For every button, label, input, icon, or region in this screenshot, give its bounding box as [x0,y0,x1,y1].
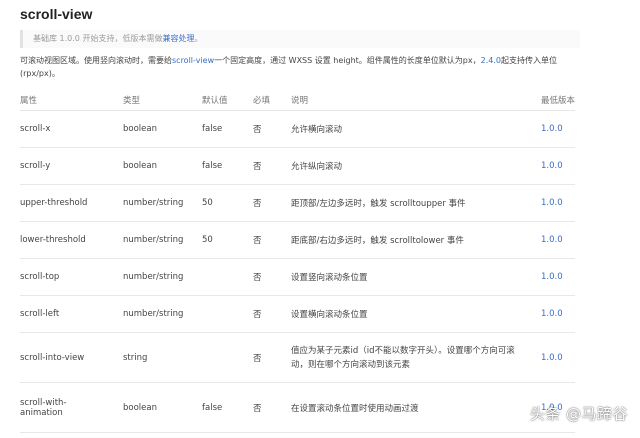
header-version: 最低版本 [541,90,575,111]
table-row: scroll-x boolean false 否 允许横向滚动 1.0.0 [20,110,575,148]
cell-type: number/string [123,184,202,222]
cell-attr: scroll-with-animation [20,382,123,433]
note-text: 基础库 1.0.0 开始支持，低版本需做 [33,34,163,43]
cell-required: 否 [253,258,291,296]
header-default: 默认值 [202,90,253,111]
cell-default [202,295,253,333]
version-link[interactable]: 2.4.0 [481,56,501,65]
cell-version[interactable]: 1.0.0 [541,110,575,148]
table-header-row: 属性 类型 默认值 必填 说明 最低版本 [20,90,575,111]
cell-attr: scroll-top [20,258,123,296]
cell-default: 50 [202,221,253,259]
header-required: 必填 [253,90,291,111]
cell-desc: 允许横向滚动 [291,110,541,148]
header-type: 类型 [123,90,202,111]
cell-version[interactable]: 1.0.0 [541,295,575,333]
cell-default: 50 [202,184,253,222]
cell-attr: lower-threshold [20,221,123,259]
cell-type: number/string [123,295,202,333]
table-row: scroll-left number/string 否 设置横向滚动条位置 1.… [20,295,575,333]
cell-attr: scroll-left [20,295,123,333]
cell-default: false [202,110,253,148]
table-row: scroll-top number/string 否 设置竖向滚动条位置 1.0… [20,258,575,296]
desc-part2: 一个固定高度，通过 WXSS 设置 height。组件属性的长度单位默认为px， [214,56,481,65]
cell-desc: 距顶部/左边多远时，触发 scrolltoupper 事件 [291,184,541,222]
desc-part1: 可滚动视图区域。使用竖向滚动时，需要给 [20,56,172,65]
cell-desc: 设置竖向滚动条位置 [291,258,541,296]
table-row: upper-threshold number/string 50 否 距顶部/左… [20,184,575,222]
properties-table: 属性 类型 默认值 必填 说明 最低版本 scroll-x boolean fa… [20,90,575,433]
compat-link[interactable]: 兼容处理 [162,34,194,43]
scroll-view-link[interactable]: scroll-view [172,56,214,65]
cell-type: boolean [123,110,202,148]
cell-default: false [202,147,253,185]
cell-version[interactable]: 1.0.0 [541,184,575,222]
version-note: 基础库 1.0.0 开始支持，低版本需做兼容处理。 [20,30,580,48]
cell-required: 否 [253,332,291,383]
cell-required: 否 [253,110,291,148]
doc-page: scroll-view 基础库 1.0.0 开始支持，低版本需做兼容处理。 可滚… [0,0,640,438]
cell-default: false [202,382,253,433]
header-attr: 属性 [20,90,123,111]
cell-desc: 值应为某子元素id（id不能以数字开头）。设置哪个方向可滚动，则在哪个方向滚动到… [291,332,541,383]
cell-type: number/string [123,221,202,259]
cell-required: 否 [253,147,291,185]
component-description: 可滚动视图区域。使用竖向滚动时，需要给scroll-view一个固定高度，通过 … [20,54,590,80]
cell-attr: scroll-y [20,147,123,185]
cell-default [202,258,253,296]
cell-required: 否 [253,295,291,333]
page-title: scroll-view [20,6,93,22]
table-row: scroll-y boolean false 否 允许纵向滚动 1.0.0 [20,147,575,185]
cell-attr: scroll-into-view [20,332,123,383]
cell-type: string [123,332,202,383]
cell-type: boolean [123,382,202,433]
cell-version[interactable]: 1.0.0 [541,221,575,259]
cell-version[interactable]: 1.0.0 [541,332,575,383]
cell-type: number/string [123,258,202,296]
table-row: scroll-into-view string 否 值应为某子元素id（id不能… [20,332,575,383]
table-row: lower-threshold number/string 50 否 距底部/右… [20,221,575,259]
cell-version[interactable]: 1.0.0 [541,147,575,185]
cell-required: 否 [253,184,291,222]
cell-desc: 距底部/右边多远时，触发 scrolltolower 事件 [291,221,541,259]
header-desc: 说明 [291,90,541,111]
note-suffix: 。 [194,34,203,43]
cell-type: boolean [123,147,202,185]
cell-required: 否 [253,221,291,259]
cell-attr: upper-threshold [20,184,123,222]
cell-desc: 设置横向滚动条位置 [291,295,541,333]
cell-version[interactable]: 1.0.0 [541,258,575,296]
cell-default [202,332,253,383]
watermark: 头条 @马蹄谷 [529,405,628,423]
table-row: scroll-with-animation boolean false 否 在设… [20,382,575,433]
cell-attr: scroll-x [20,110,123,148]
cell-desc: 允许纵向滚动 [291,147,541,185]
cell-required: 否 [253,382,291,433]
cell-desc: 在设置滚动条位置时使用动画过渡 [291,382,541,433]
